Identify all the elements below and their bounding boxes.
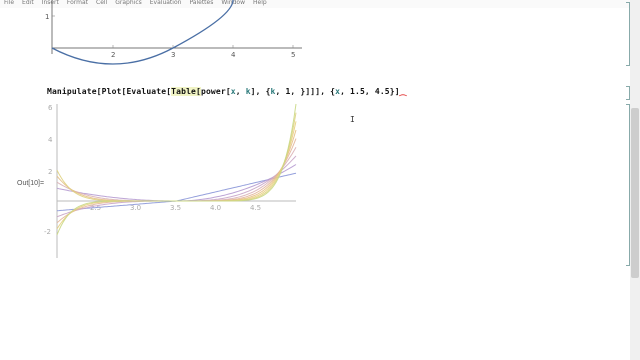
x-tick-label: 4.5 xyxy=(250,204,261,212)
code-mid: ], { xyxy=(250,87,271,96)
code-mid2: , 1, xyxy=(275,87,301,96)
previous-plot-curve xyxy=(51,0,234,65)
syntax-error-marker: ⁔ xyxy=(399,87,407,96)
plot-series-curve xyxy=(56,103,297,236)
x-tick-label: 4 xyxy=(231,51,236,59)
menu-item-edit[interactable]: Edit xyxy=(22,0,34,8)
y-tick-label: 2 xyxy=(48,168,52,176)
plot-series-group xyxy=(56,103,297,236)
manipulate-output-plot[interactable]: 6 4 2 -2 2.5 3.0 3.5 4.0 4.5 xyxy=(44,100,306,262)
x-tick-label: 5 xyxy=(291,51,295,59)
y-tick-label: 4 xyxy=(48,136,53,144)
text-cursor-icon: I xyxy=(350,115,355,124)
input-cell[interactable]: Manipulate[Plot[Evaluate[Table[power[x, … xyxy=(47,87,406,96)
code-table-highlight: Table[ xyxy=(171,87,201,96)
previous-output-plot: 1 2 3 4 5 xyxy=(40,0,310,65)
y-tick-label: -2 xyxy=(44,228,51,236)
code-tail: , 1.5, 4.5}] xyxy=(340,87,400,96)
x-tick-label: 3.5 xyxy=(170,204,181,212)
scrollbar-thumb[interactable] xyxy=(631,108,639,278)
previous-plot-svg: 1 2 3 4 5 xyxy=(45,0,302,65)
code-prefix: Manipulate[Plot[Evaluate[ xyxy=(47,87,172,96)
x-tick-label: 3 xyxy=(171,51,175,59)
menu-item-file[interactable]: File xyxy=(4,0,14,8)
x-tick-label: 3.0 xyxy=(130,204,141,212)
main-plot-svg: 6 4 2 -2 2.5 3.0 3.5 4.0 4.5 xyxy=(44,103,297,258)
code-bracket-end: }]]], { xyxy=(300,87,336,96)
y-tick-label: 6 xyxy=(48,104,53,112)
vertical-scrollbar[interactable] xyxy=(630,0,640,360)
x-tick-label: 2 xyxy=(111,51,115,59)
code-power: power[ xyxy=(200,87,231,96)
y-tick-label: 1 xyxy=(45,13,49,21)
output-label: Out[10]= xyxy=(17,180,45,187)
code-comma: , xyxy=(235,87,246,96)
plot-series-curve xyxy=(56,121,297,230)
x-tick-label: 4.0 xyxy=(210,204,221,212)
